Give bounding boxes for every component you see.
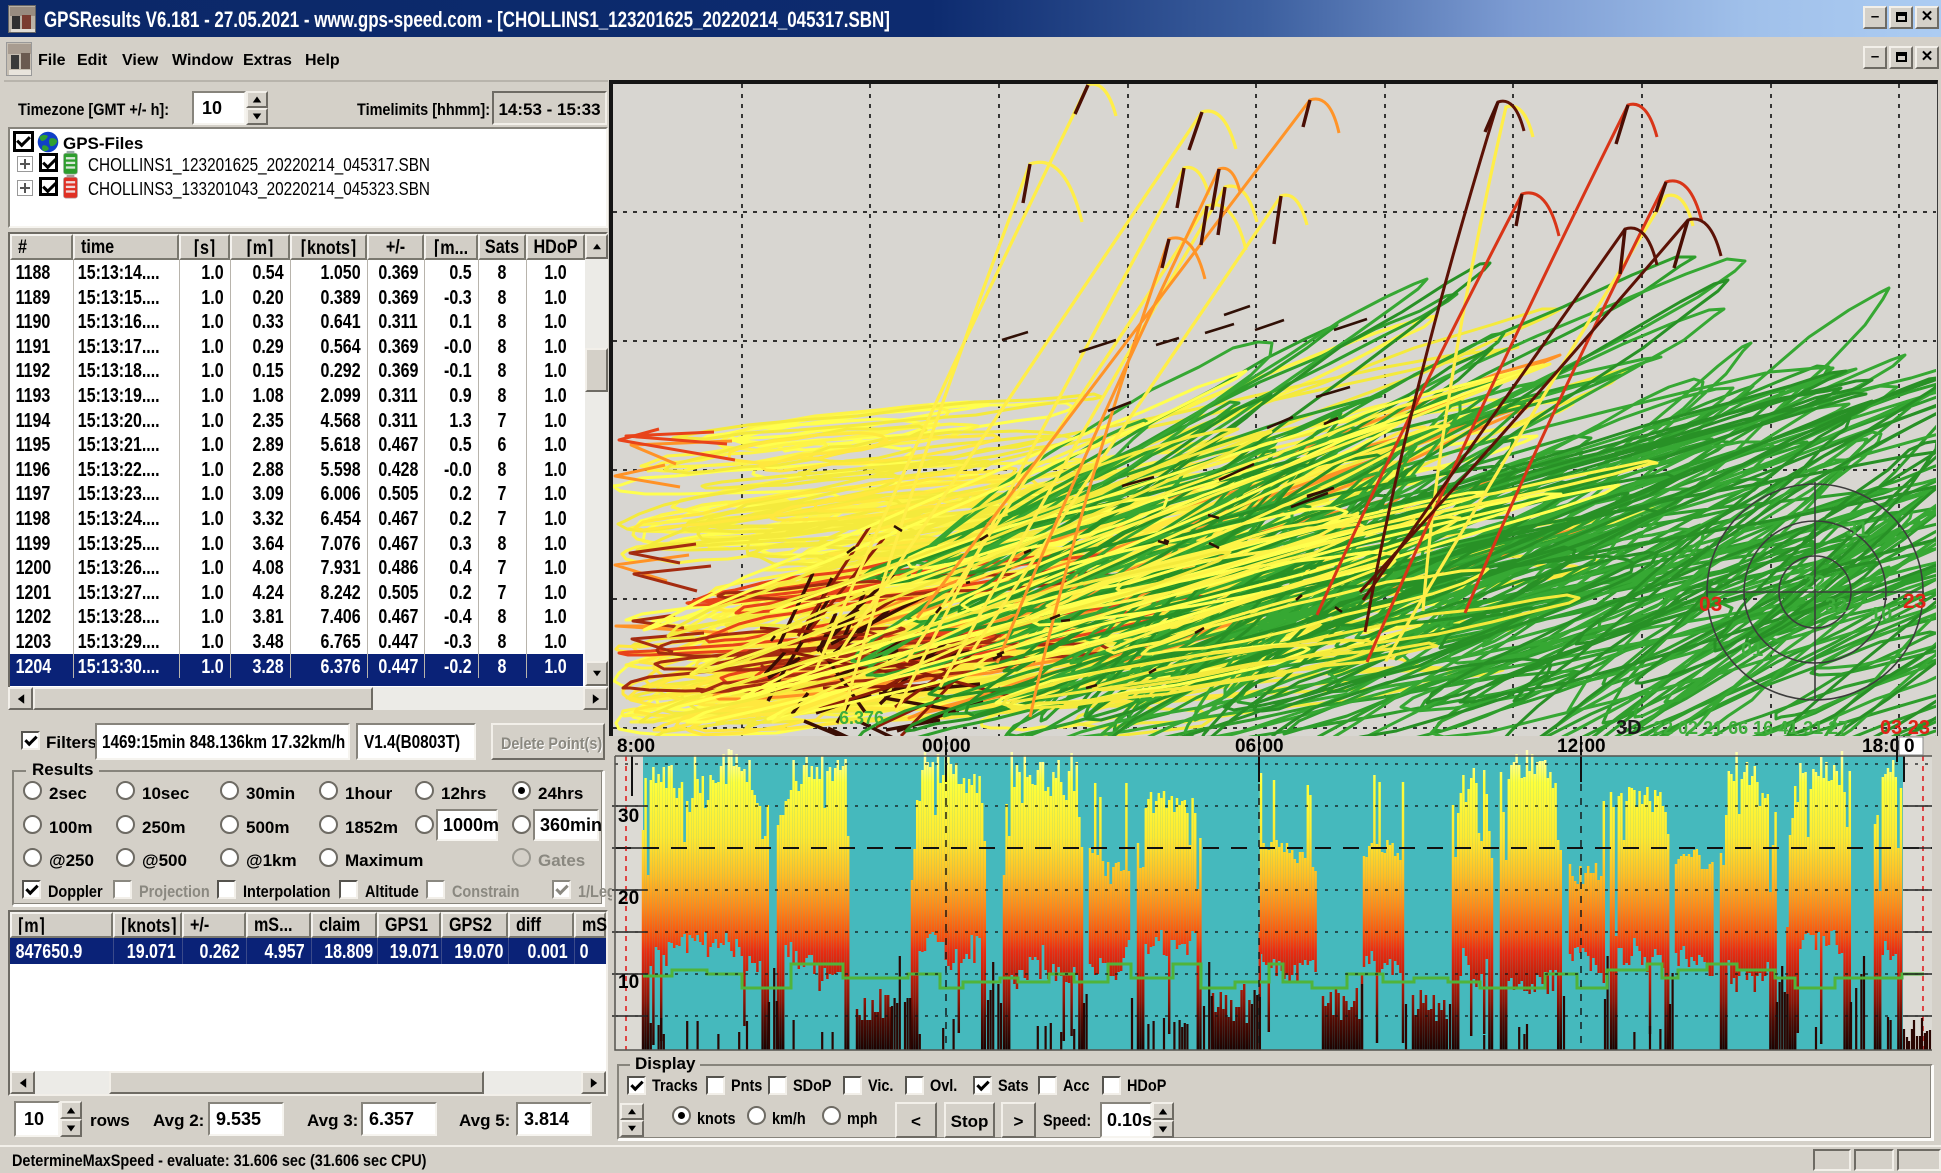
svg-text:18:0: 18:0 <box>1862 736 1900 757</box>
svg-text:00:00: 00:00 <box>922 736 971 757</box>
svg-text:12:00: 12:00 <box>1557 736 1606 757</box>
svg-text:22: 22 <box>1803 572 1825 594</box>
svg-text:10: 10 <box>618 972 639 993</box>
svg-text:8:00: 8:00 <box>617 736 655 757</box>
svg-text:32: 32 <box>1825 595 1847 617</box>
svg-text:01: 01 <box>1741 639 1763 661</box>
svg-text:03: 03 <box>1699 593 1722 616</box>
svg-text:3D: 3D <box>1616 717 1642 736</box>
svg-text:03 23: 03 23 <box>1880 717 1930 736</box>
svg-text:23: 23 <box>1903 590 1926 613</box>
svg-text:10: 10 <box>1870 604 1892 626</box>
svg-text:20: 20 <box>618 888 639 909</box>
svg-text:30: 30 <box>618 806 639 827</box>
svg-text:31: 31 <box>1846 519 1868 541</box>
svg-text:22 02 21 66 16 41 31 27: 22 02 21 66 16 41 31 27 <box>1653 718 1848 736</box>
svg-text:6.376: 6.376 <box>839 708 884 728</box>
svg-text:0: 0 <box>1904 736 1915 757</box>
svg-text:06:00: 06:00 <box>1235 736 1284 757</box>
